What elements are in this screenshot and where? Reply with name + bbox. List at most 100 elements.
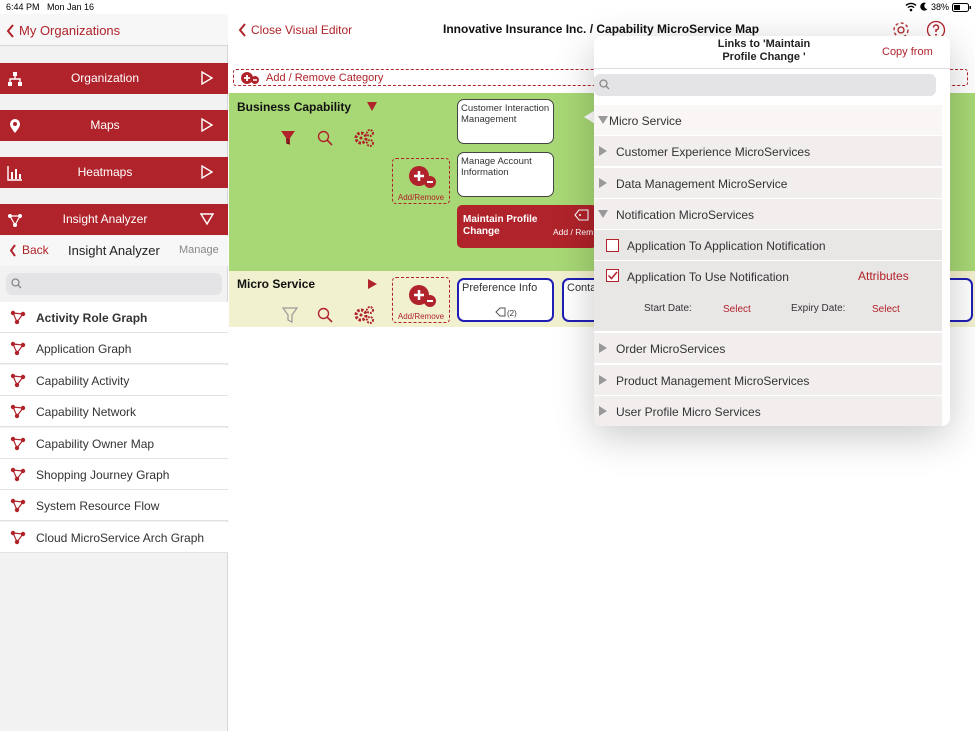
links-popover: Links to 'Maintain Profile Change ' Copy… (594, 36, 950, 426)
notification-item-label: Application To Application Notification (627, 239, 826, 253)
filter-icon[interactable] (282, 307, 298, 323)
analyzer-list-item[interactable]: Shopping Journey Graph (0, 459, 228, 490)
checkbox-unchecked[interactable] (606, 239, 619, 252)
wifi-icon (905, 2, 917, 12)
moon-icon (920, 2, 928, 11)
my-organizations-label: My Organizations (19, 23, 121, 38)
selected-capability-label: Maintain Profile Change (463, 214, 538, 237)
tree-root-label: Micro Service (609, 114, 682, 128)
microservice-add-remove-label: Add/Remove (397, 312, 445, 321)
microservice-group-label: Product Management MicroServices (616, 373, 810, 388)
my-organizations-back[interactable]: My Organizations (6, 23, 120, 38)
play-right-icon (200, 71, 214, 85)
chevron-left-icon (238, 23, 246, 37)
play-right-icon (200, 118, 214, 132)
section-maps[interactable]: Maps (0, 110, 228, 141)
section-organization-label: Organization (70, 71, 140, 85)
analyzer-list-item[interactable]: Capability Network (0, 396, 228, 428)
microservice-group[interactable]: User Profile Micro Services (594, 396, 942, 426)
selected-capability-card[interactable]: Maintain Profile Change Add / Rem Depend… (457, 205, 597, 248)
play-right-icon (200, 165, 214, 179)
expiry-date-select[interactable]: Select (872, 304, 900, 315)
graph-nodes-icon (10, 403, 26, 419)
section-organization[interactable]: Organization (0, 63, 228, 94)
microservice-group[interactable]: Customer Experience MicroServices (594, 136, 942, 167)
battery-percent: 38% (931, 2, 950, 12)
back-button[interactable]: Back (9, 243, 49, 257)
analyzer-list-item-label: Capability Activity (36, 373, 130, 388)
business-capability-label: Business Capability (237, 100, 352, 114)
graph-nodes-icon (10, 529, 26, 545)
analyzer-list-item-label: Capability Owner Map (36, 436, 155, 451)
microservice-group[interactable]: Notification MicroServices (594, 199, 942, 230)
popover-title: Links to 'Maintain Profile Change ' (694, 38, 834, 64)
graph-nodes-icon (10, 340, 26, 356)
start-date-select[interactable]: Select (723, 304, 751, 315)
analyzer-list-item[interactable]: Application Graph (0, 333, 228, 365)
graph-nodes-icon (10, 497, 26, 513)
tree-root-micro-service[interactable]: Micro Service (594, 105, 942, 136)
analyzer-list-item[interactable]: System Resource Flow (0, 490, 228, 522)
chevron-left-icon (9, 243, 16, 257)
capability-card-label: Manage Account Information (461, 156, 532, 178)
analyzer-list-item-label: System Resource Flow (36, 499, 160, 514)
microservice-group[interactable]: Order MicroServices (594, 333, 942, 364)
copy-from-button[interactable]: Copy from (882, 46, 933, 58)
popover-header: Links to 'Maintain Profile Change ' Copy… (594, 36, 950, 69)
graph-nodes-icon (10, 466, 26, 482)
microservice-card-count: (2) (507, 309, 517, 318)
search-icon[interactable] (317, 130, 333, 146)
triangle-right-icon (598, 177, 608, 188)
section-insight-analyzer[interactable]: Insight Analyzer (0, 204, 228, 235)
section-heatmaps-label: Heatmaps (77, 165, 133, 179)
filter-count: 1 (286, 139, 290, 146)
popover-title-line1: Links to 'Maintain (717, 38, 811, 50)
search-icon[interactable] (317, 307, 333, 323)
microservice-card[interactable]: Preference Info (2) (457, 278, 554, 322)
left-panel: My Organizations Organization Maps Heatm… (0, 14, 228, 731)
capability-card-label: Customer Interaction Management (461, 103, 550, 125)
left-search-input[interactable] (6, 273, 222, 295)
tag-icon (495, 307, 506, 317)
search-icon (11, 278, 22, 289)
settings-gears-icon[interactable] (353, 305, 375, 325)
add-remove-icon (240, 71, 260, 85)
expiry-date-label: Expiry Date: (791, 303, 846, 314)
status-bar: 6:44 PM Mon Jan 16 38% (0, 0, 975, 14)
add-remove-icon (408, 284, 438, 310)
triangle-right-icon (598, 146, 608, 156)
back-label: Back (22, 243, 49, 257)
section-insight-analyzer-label: Insight Analyzer (62, 212, 148, 226)
notification-item[interactable]: Application To Application Notification (594, 230, 942, 261)
microservice-add-remove-button[interactable]: Add/Remove (392, 277, 450, 323)
org-nav-bar: My Organizations (0, 14, 228, 46)
capability-card[interactable]: Manage Account Information (457, 152, 554, 197)
collapse-triangle-icon[interactable] (367, 102, 377, 111)
insight-analyzer-title: Insight Analyzer (68, 243, 160, 258)
analyzer-list-item[interactable]: Capability Activity (0, 364, 228, 396)
add-remove-dependency-label: Add / Rem Depende (553, 227, 597, 237)
expand-triangle-icon[interactable] (368, 279, 377, 289)
capability-add-remove-button[interactable]: Add/Remove (392, 158, 450, 204)
section-heatmaps[interactable]: Heatmaps (0, 157, 228, 188)
popover-title-line2: Profile Change ' (722, 51, 806, 63)
battery-icon (952, 3, 972, 12)
settings-gears-icon[interactable] (353, 128, 375, 148)
insight-analyzer-header: Back Insight Analyzer Manage (0, 236, 228, 266)
add-remove-category-label: Add / Remove Category (266, 72, 384, 84)
analyzer-list-item[interactable]: Activity Role Graph (0, 302, 228, 333)
popover-search-input[interactable] (594, 74, 936, 96)
attributes-button[interactable]: Attributes (858, 269, 909, 283)
analyzer-list-item[interactable]: Capability Owner Map (0, 427, 228, 459)
manage-button[interactable]: Manage (179, 244, 219, 256)
close-visual-editor-button[interactable]: Close Visual Editor (238, 23, 352, 37)
analyzer-list-item-label: Activity Role Graph (36, 311, 148, 325)
microservice-group[interactable]: Product Management MicroServices (594, 364, 942, 396)
triangle-right-icon (598, 374, 608, 385)
microservice-group[interactable]: Data Management MicroService (594, 167, 942, 199)
triangle-down-icon (200, 212, 214, 226)
graph-nodes-icon (10, 372, 26, 388)
analyzer-list-item[interactable]: Cloud MicroService Arch Graph (0, 521, 228, 553)
checkbox-checked[interactable] (606, 269, 619, 282)
capability-card[interactable]: Customer Interaction Management (457, 99, 554, 144)
